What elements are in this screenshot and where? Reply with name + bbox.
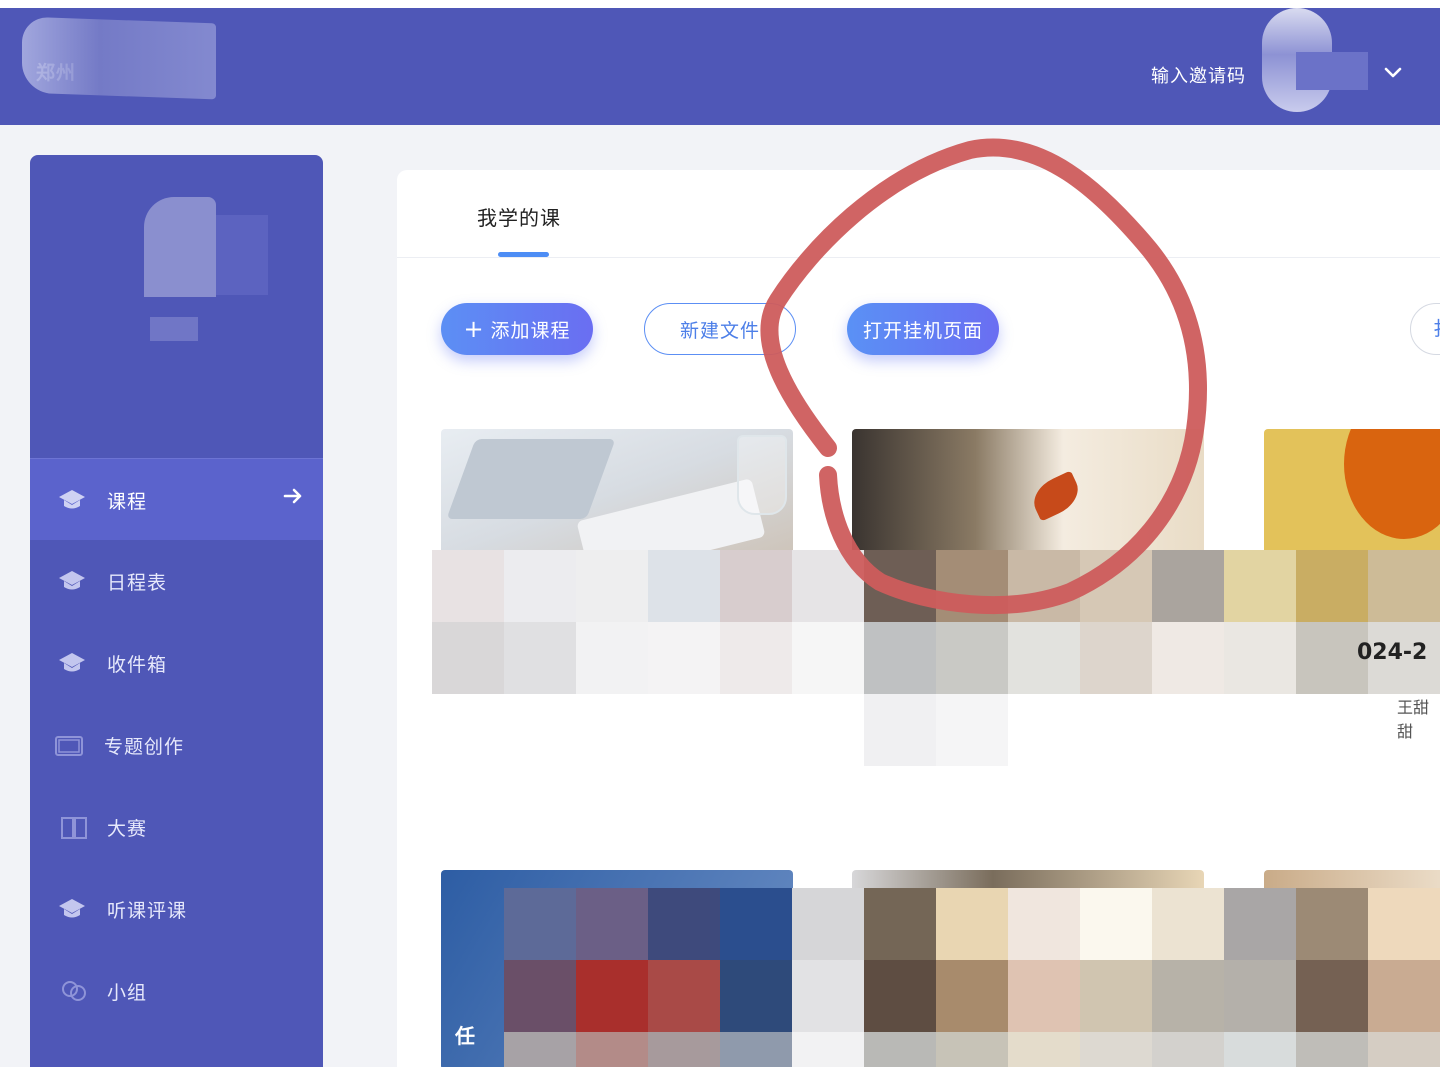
redacted-username [1296, 52, 1368, 90]
course-cover-title-fragment: 任 [455, 1024, 475, 1048]
arrow-right-icon [283, 486, 303, 511]
sidebar-item-label: 课程 [107, 491, 148, 513]
graduation-cap-icon [58, 897, 86, 921]
redacted-mosaic [432, 550, 1440, 694]
open-hang-page-label: 打开挂机页面 [862, 319, 983, 342]
redacted-mosaic-lower [864, 694, 1008, 766]
sidebar-item-label: 专题创作 [104, 736, 185, 758]
sidebar-item-label: 小组 [107, 982, 148, 1004]
main-panel: 我学的课 + 添加课程 新建文件 打开挂机页面 扌 024-2 王甜甜 任 [397, 170, 1440, 1067]
new-folder-label: 新建文件 [679, 319, 760, 342]
sidebar-item-label: 大赛 [107, 818, 148, 840]
partial-button[interactable]: 扌 [1410, 303, 1440, 355]
cover-monitor [446, 439, 616, 519]
graduation-cap-icon [58, 488, 86, 512]
sidebar-item-group[interactable]: 小组 [30, 950, 323, 1032]
redacted-profile-avatar-edge [216, 215, 268, 295]
cover-violin [1344, 429, 1440, 539]
redacted-profile-name [150, 317, 198, 341]
sidebar-item-label: 收件箱 [107, 654, 168, 676]
sidebar-item-topic-creation[interactable]: 专题创作 [30, 704, 323, 786]
sidebar-item-label: 日程表 [107, 572, 168, 594]
redacted-mosaic-row2 [504, 888, 1440, 1067]
sidebar-item-courses[interactable]: 课程 [30, 458, 323, 540]
add-course-button[interactable]: + 添加课程 [441, 303, 593, 355]
sidebar-item-contest[interactable]: 大赛 [30, 786, 323, 868]
sidebar-item-lesson-review[interactable]: 听课评课 [30, 868, 323, 950]
sidebar-nav: 课程 日程表 收件箱 专题创作 大赛 听课评课 小组 [30, 458, 323, 1032]
add-course-label: 添加课程 [490, 319, 571, 342]
sidebar-item-schedule[interactable]: 日程表 [30, 540, 323, 622]
redacted-logo [22, 16, 216, 100]
chevron-down-icon[interactable] [1384, 64, 1402, 85]
tab-divider [397, 257, 1440, 258]
sidebar: 课程 日程表 收件箱 专题创作 大赛 听课评课 小组 [30, 155, 323, 1067]
new-folder-button[interactable]: 新建文件 [644, 303, 796, 355]
sidebar-item-inbox[interactable]: 收件箱 [30, 622, 323, 704]
cover-glass [737, 435, 787, 515]
tab-my-courses[interactable]: 我学的课 [477, 202, 561, 231]
course-teacher-name: 王甜甜 [1397, 698, 1430, 741]
app-header: 郑州 输入邀请码 [0, 8, 1440, 125]
top-strip [0, 0, 1440, 8]
invite-code-link[interactable]: 输入邀请码 [1151, 62, 1246, 88]
cover-leaf [1027, 470, 1085, 522]
window-icon [54, 733, 83, 757]
course-date-fragment: 024-2 [1357, 640, 1428, 665]
open-hang-page-button[interactable]: 打开挂机页面 [847, 303, 999, 355]
graduation-cap-icon [58, 651, 86, 675]
graduation-cap-icon [58, 569, 86, 593]
redacted-profile-avatar [144, 197, 216, 297]
group-icon [60, 979, 88, 1003]
plus-icon: + [463, 315, 485, 343]
sidebar-item-label: 听课评课 [107, 900, 188, 922]
book-icon [60, 815, 88, 839]
